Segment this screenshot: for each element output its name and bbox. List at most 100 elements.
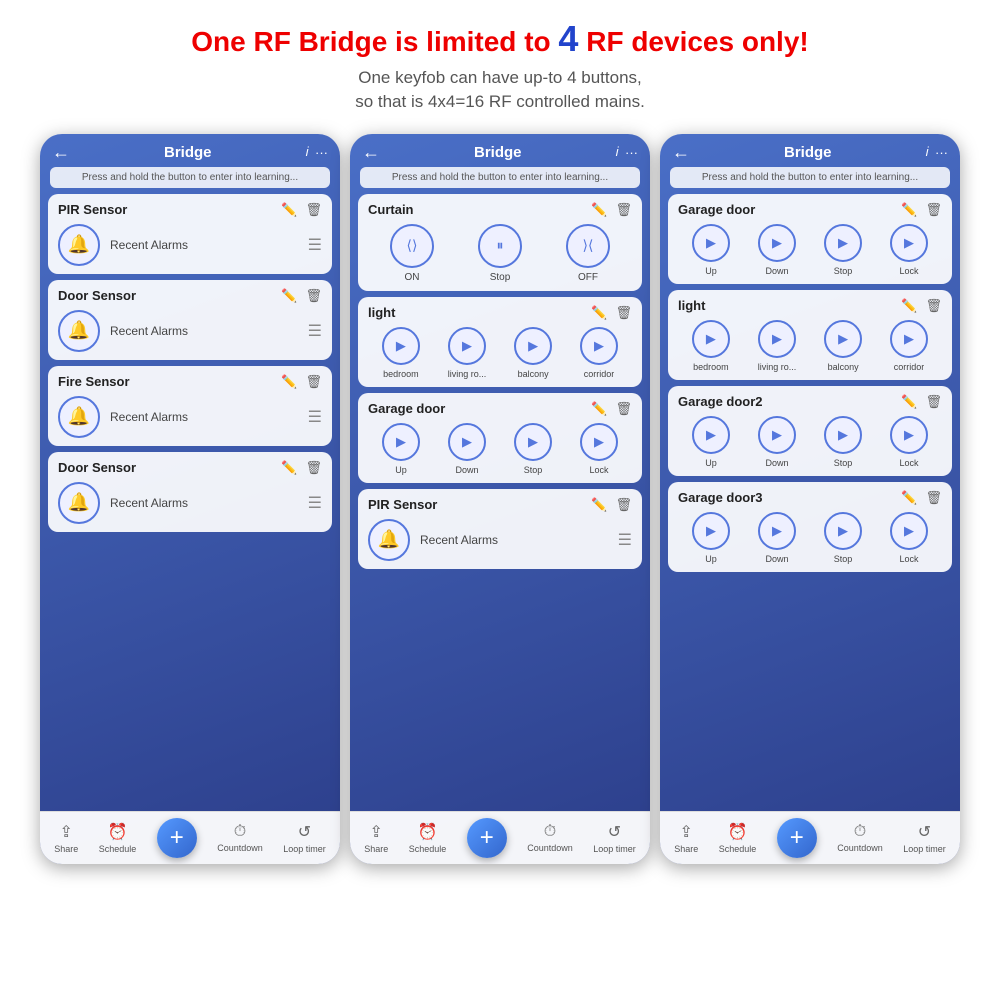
delete-pir2[interactable]: 🗑 bbox=[615, 497, 632, 513]
schedule-icon-3: ⏰ bbox=[728, 822, 748, 842]
delete-curtain[interactable]: 🗑 bbox=[615, 202, 632, 218]
edit-door1[interactable]: ✏️ bbox=[281, 288, 297, 304]
delete-door2[interactable]: 🗑 bbox=[305, 460, 322, 476]
edit-garage3c[interactable]: ✏️ bbox=[901, 490, 917, 506]
garage-3a-stop-btn[interactable]: ▶ Stop bbox=[824, 224, 862, 276]
light-2-corridor-icon: ▶ bbox=[580, 327, 618, 365]
fire-bell[interactable]: 🔔 bbox=[58, 396, 100, 438]
share-label-1: Share bbox=[54, 844, 78, 854]
edit-fire[interactable]: ✏️ bbox=[281, 374, 297, 390]
light-2-corridor-btn[interactable]: ▶ corridor bbox=[580, 327, 618, 379]
countdown-btn-2[interactable]: ⏱ Countdown bbox=[527, 823, 573, 853]
delete-light3[interactable]: 🗑 bbox=[925, 298, 942, 314]
curtain-on-btn[interactable]: ⟨⟩ ON bbox=[390, 224, 434, 283]
edit-door2[interactable]: ✏️ bbox=[281, 460, 297, 476]
garage-3a-lock-btn[interactable]: ▶ Lock bbox=[890, 224, 928, 276]
add-btn-1[interactable]: + bbox=[157, 818, 197, 858]
phone-1-header-icons: 𝑖 ··· bbox=[306, 144, 328, 160]
edit-garage3b[interactable]: ✏️ bbox=[901, 394, 917, 410]
schedule-btn-2[interactable]: ⏰ Schedule bbox=[409, 822, 447, 854]
door-sensor-card-2: Door Sensor ✏️ 🗑 🔔 Recent Alarms ☰ bbox=[48, 452, 332, 532]
pir-sensor-card: PIR Sensor ✏️ 🗑 🔔 Recent Alarms ☰ bbox=[48, 194, 332, 274]
garage-3a-up-btn[interactable]: ▶ Up bbox=[692, 224, 730, 276]
delete-garage3a[interactable]: 🗑 bbox=[925, 202, 942, 218]
delete-garage3b[interactable]: 🗑 bbox=[925, 394, 942, 410]
door-bell-1[interactable]: 🔔 bbox=[58, 310, 100, 352]
pir-list-icon-2[interactable]: ☰ bbox=[618, 530, 632, 550]
add-btn-3[interactable]: + bbox=[777, 818, 817, 858]
edit-garage2[interactable]: ✏️ bbox=[591, 401, 607, 417]
garage-3c-stop-btn[interactable]: ▶ Stop bbox=[824, 512, 862, 564]
edit-pir2[interactable]: ✏️ bbox=[591, 497, 607, 513]
pir-bell-2[interactable]: 🔔 bbox=[368, 519, 410, 561]
loop-label-2: Loop timer bbox=[593, 844, 636, 854]
share-btn-3[interactable]: ⇪ Share bbox=[674, 822, 698, 854]
garage-3c-lock-btn[interactable]: ▶ Lock bbox=[890, 512, 928, 564]
info-icon-2[interactable]: 𝑖 bbox=[616, 144, 619, 160]
add-btn-2[interactable]: + bbox=[467, 818, 507, 858]
door-bell-2[interactable]: 🔔 bbox=[58, 482, 100, 524]
back-arrow-3[interactable]: ← bbox=[672, 142, 690, 163]
info-icon-3[interactable]: 𝑖 bbox=[926, 144, 929, 160]
share-btn-1[interactable]: ⇪ Share bbox=[54, 822, 78, 854]
garage-3a-down-btn[interactable]: ▶ Down bbox=[758, 224, 796, 276]
curtain-off-btn[interactable]: ⟩⟨ OFF bbox=[566, 224, 610, 283]
edit-light3[interactable]: ✏️ bbox=[901, 298, 917, 314]
delete-light2[interactable]: 🗑 bbox=[615, 305, 632, 321]
light-3-bedroom-btn[interactable]: ▶ bedroom bbox=[692, 320, 730, 372]
pir-sensor-name: PIR Sensor bbox=[58, 202, 127, 217]
garage-3b-down-btn[interactable]: ▶ Down bbox=[758, 416, 796, 468]
schedule-btn-1[interactable]: ⏰ Schedule bbox=[99, 822, 137, 854]
delete-fire[interactable]: 🗑 bbox=[305, 374, 322, 390]
more-icon-1[interactable]: ··· bbox=[315, 145, 328, 160]
garage-3b-stop-btn[interactable]: ▶ Stop bbox=[824, 416, 862, 468]
info-icon-1[interactable]: 𝑖 bbox=[306, 144, 309, 160]
light-2-bedroom-btn[interactable]: ▶ bedroom bbox=[382, 327, 420, 379]
delete-garage3c[interactable]: 🗑 bbox=[925, 490, 942, 506]
edit-pir[interactable]: ✏️ bbox=[281, 202, 297, 218]
edit-light2[interactable]: ✏️ bbox=[591, 305, 607, 321]
loop-btn-2[interactable]: ↺ Loop timer bbox=[593, 822, 636, 854]
light-3-livingro-btn[interactable]: ▶ living ro... bbox=[758, 320, 797, 372]
schedule-btn-3[interactable]: ⏰ Schedule bbox=[719, 822, 757, 854]
countdown-btn-1[interactable]: ⏱ Countdown bbox=[217, 823, 263, 853]
back-arrow-1[interactable]: ← bbox=[52, 142, 70, 163]
pir-list-icon[interactable]: ☰ bbox=[308, 235, 322, 255]
garage-3c-up-btn[interactable]: ▶ Up bbox=[692, 512, 730, 564]
garage-2-up-btn[interactable]: ▶ Up bbox=[382, 423, 420, 475]
garage-2-stop-btn[interactable]: ▶ Stop bbox=[514, 423, 552, 475]
garage-3c-up-label: Up bbox=[705, 554, 717, 564]
door-list-icon-2[interactable]: ☰ bbox=[308, 493, 322, 513]
door-list-icon-1[interactable]: ☰ bbox=[308, 321, 322, 341]
curtain-stop-btn[interactable]: ⏸ Stop bbox=[478, 224, 522, 283]
loop-btn-1[interactable]: ↺ Loop timer bbox=[283, 822, 326, 854]
edit-garage3a[interactable]: ✏️ bbox=[901, 202, 917, 218]
delete-door1[interactable]: 🗑 bbox=[305, 288, 322, 304]
edit-curtain[interactable]: ✏️ bbox=[591, 202, 607, 218]
garage-3c-down-label: Down bbox=[765, 554, 788, 564]
garage-3c-down-btn[interactable]: ▶ Down bbox=[758, 512, 796, 564]
more-icon-2[interactable]: ··· bbox=[625, 145, 638, 160]
light-2-livingro-btn[interactable]: ▶ living ro... bbox=[448, 327, 487, 379]
garage-3b-lock-btn[interactable]: ▶ Lock bbox=[890, 416, 928, 468]
fire-alarms-label: Recent Alarms bbox=[110, 410, 298, 424]
share-btn-2[interactable]: ⇪ Share bbox=[364, 822, 388, 854]
light-3-bedroom-label: bedroom bbox=[693, 362, 729, 372]
garage-3b-up-btn[interactable]: ▶ Up bbox=[692, 416, 730, 468]
garage-2-down-btn[interactable]: ▶ Down bbox=[448, 423, 486, 475]
light-2-balcony-btn[interactable]: ▶ balcony bbox=[514, 327, 552, 379]
garage-3a-up-label: Up bbox=[705, 266, 717, 276]
more-icon-3[interactable]: ··· bbox=[935, 145, 948, 160]
loop-btn-3[interactable]: ↺ Loop timer bbox=[903, 822, 946, 854]
curtain-stop-icon: ⏸ bbox=[478, 224, 522, 268]
back-arrow-2[interactable]: ← bbox=[362, 142, 380, 163]
garage-2-lock-btn[interactable]: ▶ Lock bbox=[580, 423, 618, 475]
light-3-corridor-btn[interactable]: ▶ corridor bbox=[890, 320, 928, 372]
pir-sensor-actions: ✏️ 🗑 bbox=[281, 202, 322, 218]
light-3-balcony-btn[interactable]: ▶ balcony bbox=[824, 320, 862, 372]
pir-bell[interactable]: 🔔 bbox=[58, 224, 100, 266]
delete-pir[interactable]: 🗑 bbox=[305, 202, 322, 218]
fire-list-icon[interactable]: ☰ bbox=[308, 407, 322, 427]
delete-garage2[interactable]: 🗑 bbox=[615, 401, 632, 417]
countdown-btn-3[interactable]: ⏱ Countdown bbox=[837, 823, 883, 853]
